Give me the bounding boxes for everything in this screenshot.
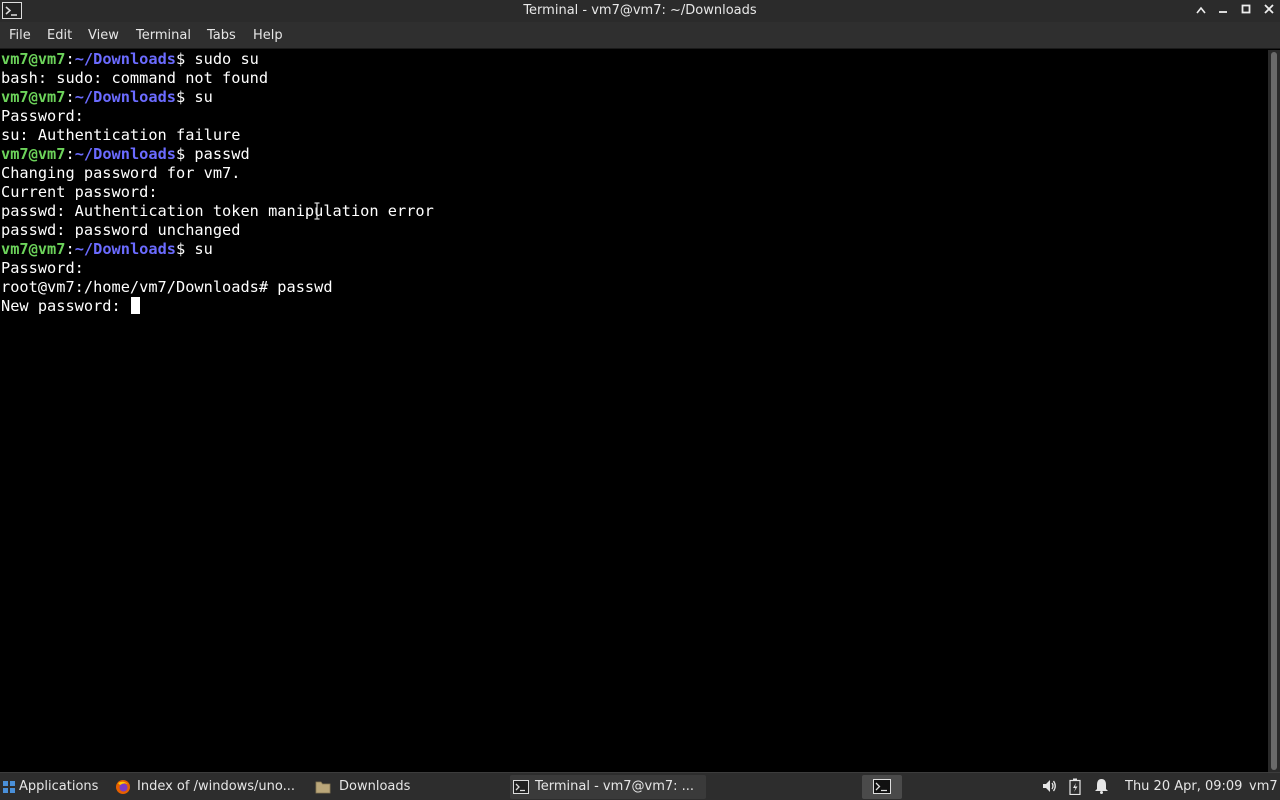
task-terminal[interactable]: Terminal - vm7@vm7: ... [510,775,706,799]
applications-label: Applications [19,779,99,794]
menu-file[interactable]: File [9,28,31,43]
window-title: Terminal - vm7@vm7: ~/Downloads [523,3,757,18]
menu-tabs[interactable]: Tabs [207,28,236,43]
scrollbar-thumb[interactable] [1271,52,1277,770]
close-icon [1264,4,1274,14]
terminal-prompt-line[interactable]: New password: [1,297,140,316]
firefox-icon [116,779,130,794]
terminal-output[interactable]: vm7@vm7:~/Downloads$ sudo su bash: sudo:… [0,50,1268,772]
chevron-up-icon [1196,6,1206,14]
menu-edit[interactable]: Edit [47,28,72,43]
user-menu[interactable]: vm7 [1249,775,1278,799]
terminal-line: vm7@vm7:~/Downloads$ sudo su [1,50,259,68]
workspace-switcher[interactable] [862,775,902,799]
close-button[interactable] [1258,0,1280,22]
volume-icon[interactable] [1041,778,1057,794]
terminal-line: vm7@vm7:~/Downloads$ passwd [1,145,250,163]
task-firefox[interactable]: Index of /windows/uno... [112,775,306,799]
battery-icon[interactable] [1069,778,1081,795]
applications-menu-button[interactable]: Applications [2,775,108,799]
menu-view[interactable]: View [88,28,119,43]
task-label: Index of /windows/uno... [137,779,296,794]
terminal-line: Current password: [1,183,158,201]
folder-icon [315,781,331,793]
terminal-line: vm7@vm7:~/Downloads$ su [1,88,213,106]
task-label: Downloads [339,779,411,794]
terminal-line: vm7@vm7:~/Downloads$ su [1,240,213,258]
taskbar: Applications Index of /windows/uno... Do… [0,772,1280,800]
terminal-line: root@vm7:/home/vm7/Downloads# passwd [1,278,333,296]
terminal-line: passwd: Authentication token manipulatio… [1,202,434,220]
password-prompt: New password: [1,297,130,315]
terminal-line: Password: [1,259,84,277]
terminal-line: Password: [1,107,84,125]
menu-terminal[interactable]: Terminal [136,28,191,43]
ibeam-cursor-icon [314,202,320,220]
maximize-button[interactable] [1235,0,1257,22]
menu-help[interactable]: Help [253,28,283,43]
terminal-line: bash: sudo: command not found [1,69,269,87]
minimize-icon [1219,11,1227,13]
notification-bell-icon[interactable] [1094,778,1109,794]
terminal-icon [873,779,891,794]
task-label: Terminal - vm7@vm7: ... [535,779,695,794]
terminal-line: Changing password for vm7. [1,164,241,182]
terminal-icon [513,779,529,794]
text-cursor [130,297,140,314]
terminal-line: su: Authentication failure [1,126,241,144]
maximize-icon [1241,4,1251,14]
clock[interactable]: Thu 20 Apr, 09:09 [1125,775,1242,799]
applications-menu-icon [3,780,15,793]
menu-bar: File Edit View Terminal Tabs Help [0,22,1280,49]
task-downloads[interactable]: Downloads [312,775,506,799]
window-titlebar[interactable]: Terminal - vm7@vm7: ~/Downloads [0,0,1280,22]
terminal-line: passwd: password unchanged [1,221,241,239]
minimize-button[interactable] [1212,0,1234,22]
shade-button[interactable] [1190,0,1212,22]
terminal-scrollbar[interactable] [1268,50,1280,772]
